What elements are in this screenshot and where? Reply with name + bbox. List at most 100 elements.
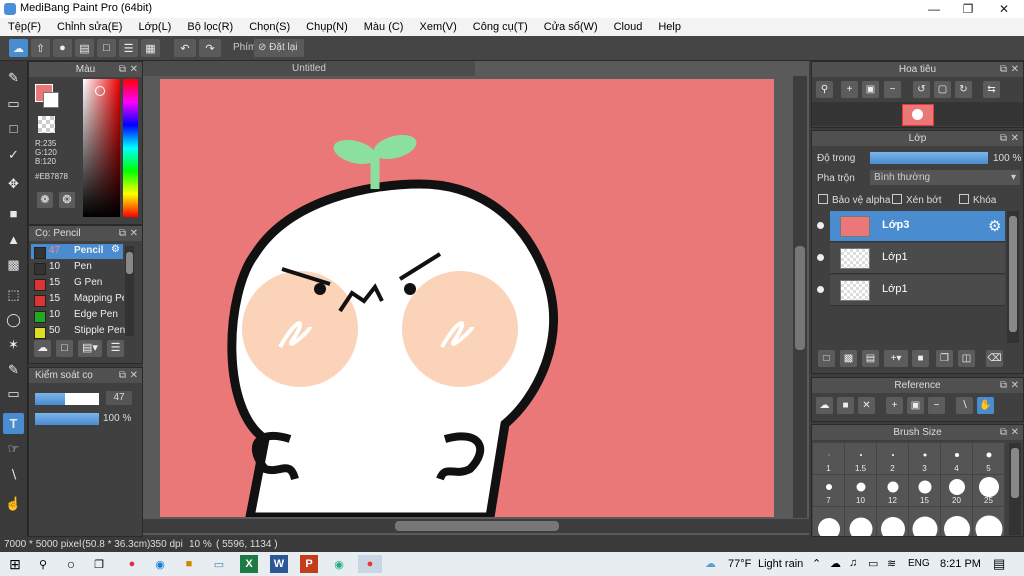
menu-window[interactable]: Cửa sổ(W) — [536, 21, 606, 33]
speech-bubble-icon[interactable]: ● — [53, 39, 72, 57]
excel-icon[interactable]: X — [240, 555, 258, 573]
close-icon[interactable]: ✕ — [130, 226, 138, 241]
menu-cloud[interactable]: Cloud — [606, 21, 651, 33]
dropper-icon[interactable]: ∖ — [956, 397, 973, 414]
layer-item-lop1-second[interactable]: Lớp1 — [817, 275, 1005, 306]
export-icon[interactable]: ⇧ — [31, 39, 50, 57]
palette-icon[interactable]: ❁ — [37, 192, 53, 208]
brush-size-preset[interactable]: 3 — [908, 442, 941, 475]
horizontal-scroll-thumb[interactable] — [395, 521, 559, 531]
brush-size-preset[interactable]: 2 — [876, 442, 909, 475]
menu-snap[interactable]: Chụp(N) — [298, 21, 356, 33]
brush-size-preset[interactable]: 5 — [972, 442, 1005, 475]
brush-opacity-slider[interactable] — [35, 413, 99, 425]
notification-icon[interactable]: ▤ — [993, 556, 1005, 572]
close-icon[interactable]: ✕ — [1011, 425, 1019, 440]
lock-checkbox[interactable]: Khóa — [959, 194, 996, 206]
navigator-preview[interactable] — [902, 104, 934, 126]
menu-color[interactable]: Màu (C) — [356, 21, 412, 33]
close-reference-icon[interactable]: ✕ — [858, 397, 875, 414]
brush-tool-icon[interactable]: ✎ — [3, 67, 24, 88]
open-folder-icon[interactable]: ■ — [837, 397, 854, 414]
chevron-up-icon[interactable]: ⌃ — [812, 557, 821, 570]
popout-icon[interactable]: ⧉ — [1000, 131, 1007, 146]
menu-select[interactable]: Chọn(S) — [241, 21, 298, 33]
new-halftone-layer-icon[interactable]: ▩ — [840, 350, 857, 367]
folder-icon[interactable]: ■ — [912, 350, 929, 367]
zoom-out-icon[interactable]: − — [928, 397, 945, 414]
close-icon[interactable]: ✕ — [1011, 131, 1019, 146]
speaker-icon[interactable]: ♫ — [849, 557, 857, 569]
pen-tool-icon[interactable]: ✓ — [3, 144, 24, 165]
grid-icon[interactable]: ▦ — [141, 39, 160, 57]
clock[interactable]: 8:21 PM — [940, 558, 981, 570]
brush-size-slider[interactable] — [35, 393, 99, 405]
menu-file[interactable]: Tệp(F) — [0, 21, 49, 33]
brush-size-preset[interactable] — [844, 506, 877, 536]
brush-size-preset[interactable]: 7 — [812, 474, 845, 507]
zoom-in-icon[interactable]: + — [886, 397, 903, 414]
eye-icon[interactable] — [817, 286, 824, 293]
fill-tool-icon[interactable]: ■ — [3, 203, 24, 224]
vertical-scroll-thumb[interactable] — [795, 246, 805, 350]
hue-slider[interactable] — [123, 79, 138, 217]
palette-add-icon[interactable]: ❂ — [59, 192, 75, 208]
gear-icon[interactable]: ⚙ — [988, 217, 1001, 235]
trash-icon[interactable]: ⌫ — [986, 350, 1003, 367]
cloud-brush-icon[interactable]: ☁ — [34, 340, 51, 357]
medibang-taskbar-icon[interactable]: ● — [358, 555, 382, 573]
weather-description[interactable]: Light rain — [758, 558, 803, 570]
popout-icon[interactable]: ⧉ — [119, 62, 126, 77]
popout-icon[interactable]: ⧉ — [119, 226, 126, 241]
new-brush-icon[interactable]: □ — [56, 340, 73, 357]
task-view-icon[interactable]: ❐ — [90, 555, 108, 573]
gradient-tool-icon[interactable]: ▩ — [3, 254, 24, 275]
brush-size-preset[interactable] — [908, 506, 941, 536]
rotate-right-icon[interactable]: ↻ — [955, 81, 972, 98]
battery-icon[interactable]: ▭ — [868, 557, 878, 570]
brush-size-scrollbar[interactable] — [1009, 443, 1021, 535]
zoom-in-icon[interactable]: + — [841, 81, 858, 98]
brush-size-value[interactable]: 47 — [106, 391, 132, 405]
cloud-icon[interactable]: ☁ — [9, 39, 28, 57]
input-language[interactable]: ENG — [908, 558, 930, 569]
gear-icon[interactable]: ⚙ — [111, 244, 120, 255]
close-icon[interactable]: ✕ — [1011, 62, 1019, 77]
close-icon[interactable]: ✕ — [130, 368, 138, 383]
fit-screen-icon[interactable]: ▣ — [862, 81, 879, 98]
brush-size-preset[interactable]: 20 — [940, 474, 973, 507]
maximize-button[interactable]: ❐ — [950, 0, 986, 18]
brush-list-scrollbar[interactable] — [125, 246, 134, 336]
scrollbar-thumb[interactable] — [126, 252, 133, 274]
powerpoint-icon[interactable]: P — [300, 555, 318, 573]
merge-layer-icon[interactable]: ◫ — [958, 350, 975, 367]
fit-screen-icon[interactable]: ▣ — [907, 397, 924, 414]
brush-size-preset[interactable]: 10 — [844, 474, 877, 507]
brush-size-preset[interactable] — [940, 506, 973, 536]
actual-size-icon[interactable]: ▢ — [934, 81, 951, 98]
hand-tool-icon[interactable]: ☝ — [3, 493, 24, 514]
layer-scroll-thumb[interactable] — [1009, 216, 1017, 332]
duplicate-layer-icon[interactable]: ❐ — [936, 350, 953, 367]
page-icon[interactable]: □ — [97, 39, 116, 57]
document-tab[interactable]: Untitled — [143, 61, 475, 76]
popout-icon[interactable]: ⧉ — [1000, 378, 1007, 393]
zoom-out-icon[interactable]: − — [884, 81, 901, 98]
clipping-checkbox[interactable]: Xén bớt — [892, 194, 941, 206]
menu-help[interactable]: Help — [650, 21, 689, 33]
minimize-button[interactable]: — — [916, 0, 952, 18]
network-icon[interactable]: ☁ — [830, 557, 841, 570]
brush-size-preset[interactable]: 4 — [940, 442, 973, 475]
new-8bit-layer-icon[interactable]: ▤ — [862, 350, 879, 367]
add-brush-dropdown-icon[interactable]: ▤▾ — [78, 340, 102, 357]
close-button[interactable]: ✕ — [986, 0, 1022, 18]
brush-item-pencil[interactable]: 47 Pencil ⚙ — [31, 244, 123, 259]
operation-tool-icon[interactable]: ☞ — [3, 438, 24, 459]
brush-size-preset[interactable]: 1 — [812, 442, 845, 475]
brush-size-preset[interactable] — [812, 506, 845, 536]
monitor-icon[interactable]: ▭ — [210, 555, 228, 573]
close-icon[interactable]: ✕ — [1011, 378, 1019, 393]
zoom-icon[interactable]: ⚲ — [816, 81, 833, 98]
transparent-color-swatch[interactable] — [38, 116, 55, 133]
select-eraser-tool-icon[interactable]: ▭ — [3, 383, 24, 404]
